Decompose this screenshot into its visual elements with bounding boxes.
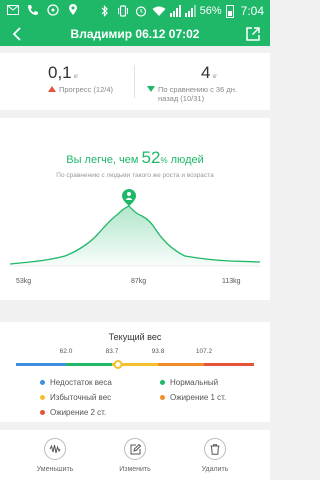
share-icon[interactable] xyxy=(244,25,262,43)
scale-tick-3: 93.8 xyxy=(151,348,165,355)
legend-item-normal: Нормальный xyxy=(160,378,218,387)
legend-item-overweight: Избыточный вес xyxy=(40,393,111,402)
clock: 7:04 xyxy=(240,4,264,18)
reduce-button[interactable]: Уменьшить xyxy=(20,438,90,473)
scale-segment-obese1 xyxy=(158,363,204,366)
system-indicators: 56% 7:04 xyxy=(98,3,264,19)
phone-icon xyxy=(26,3,40,17)
arrow-down-icon xyxy=(147,86,155,92)
email-icon xyxy=(6,3,20,17)
alarm-icon xyxy=(134,4,148,18)
comparison-stat: 4 кг По сравнению с 36 дн. назад (10/31) xyxy=(135,63,270,103)
scale-tick-4: 107.2 xyxy=(195,348,213,355)
x-label-min: 53kg xyxy=(16,278,32,285)
page-title: Владимир 06.12 07:02 xyxy=(70,27,200,41)
edit-icon xyxy=(124,438,146,460)
delete-button[interactable]: Удалить xyxy=(180,438,250,473)
scale-tick-1: 62.0 xyxy=(59,348,73,355)
lighter-prefix: Вы легче, чем xyxy=(66,154,139,166)
distribution-area xyxy=(10,206,260,266)
legend-item-obese2: Ожирение 2 ст. xyxy=(40,408,106,417)
progress-label: Прогресс (12/4) xyxy=(59,85,113,94)
x-label-mid: 87kg xyxy=(131,278,147,285)
x-label-max: 113kg xyxy=(222,278,241,285)
wifi-icon xyxy=(152,4,166,18)
progress-stat: 0,1 кг Прогресс (12/4) xyxy=(0,63,135,94)
scale-segment-underweight xyxy=(16,363,66,366)
scale-segment-normal xyxy=(66,363,112,366)
legend-item-underweight: Недостаток веса xyxy=(40,378,112,387)
lighter-suffix: людей xyxy=(170,154,204,166)
bottom-toolbar: Уменьшить Изменить Удалить xyxy=(0,430,270,480)
edit-label: Изменить xyxy=(119,466,151,473)
distribution-curve xyxy=(10,189,260,267)
comparison-label-line1: По сравнению с 36 дн. xyxy=(158,85,237,94)
delete-label: Удалить xyxy=(201,466,229,473)
comparison-unit: кг xyxy=(212,74,218,80)
bluetooth-icon xyxy=(98,4,112,18)
trash-icon xyxy=(204,438,226,460)
notification-icons xyxy=(6,3,80,17)
lighter-than-text: Вы легче, чем 52% людей xyxy=(0,148,270,168)
status-bar: 56% 7:04 xyxy=(0,0,270,22)
vibrate-icon xyxy=(116,4,130,18)
comparison-caption: По сравнению с людьми такого же роста и … xyxy=(56,172,214,179)
legend-dot xyxy=(40,395,45,400)
legend-dot xyxy=(160,395,165,400)
progress-value: 0,1 xyxy=(48,63,72,82)
waveform-icon xyxy=(44,438,66,460)
current-weight-title: Текущий вес xyxy=(108,332,162,342)
signal-icon xyxy=(169,5,181,17)
lighter-percent: 52% xyxy=(141,148,168,167)
summary-card: 0,1 кг Прогресс (12/4) 4 кг По сравнению с… xyxy=(0,53,270,110)
location-icon xyxy=(66,3,80,17)
comparison-label-line2: назад (10/31) xyxy=(158,94,205,103)
legend-dot xyxy=(160,380,165,385)
scale-segment-obese2 xyxy=(204,363,254,366)
progress-unit: кг xyxy=(73,74,79,80)
legend-dot xyxy=(40,380,45,385)
reduce-label: Уменьшить xyxy=(36,466,74,473)
position-pin-icon xyxy=(122,189,136,206)
legend-item-obese1: Ожирение 1 ст. xyxy=(160,393,226,402)
current-weight-marker xyxy=(113,360,123,369)
app-header: Владимир 06.12 07:02 xyxy=(0,22,270,46)
current-weight-card: Текущий вес 62.0 83.7 93.8 107.2 Недоста… xyxy=(0,322,270,422)
battery-icon xyxy=(225,4,234,18)
signal-2-icon xyxy=(184,5,196,17)
battery-percent: 56% xyxy=(199,5,222,17)
arrow-up-icon xyxy=(48,86,56,92)
scale-tick-2: 83.7 xyxy=(105,348,119,355)
messaging-icon xyxy=(46,3,60,17)
weight-distribution-card: Вы легче, чем 52% людей По сравнению с л… xyxy=(0,118,270,300)
legend-dot xyxy=(40,410,45,415)
comparison-value: 4 xyxy=(201,63,211,82)
edit-button[interactable]: Изменить xyxy=(100,438,170,473)
weight-scale-bar xyxy=(16,363,254,366)
